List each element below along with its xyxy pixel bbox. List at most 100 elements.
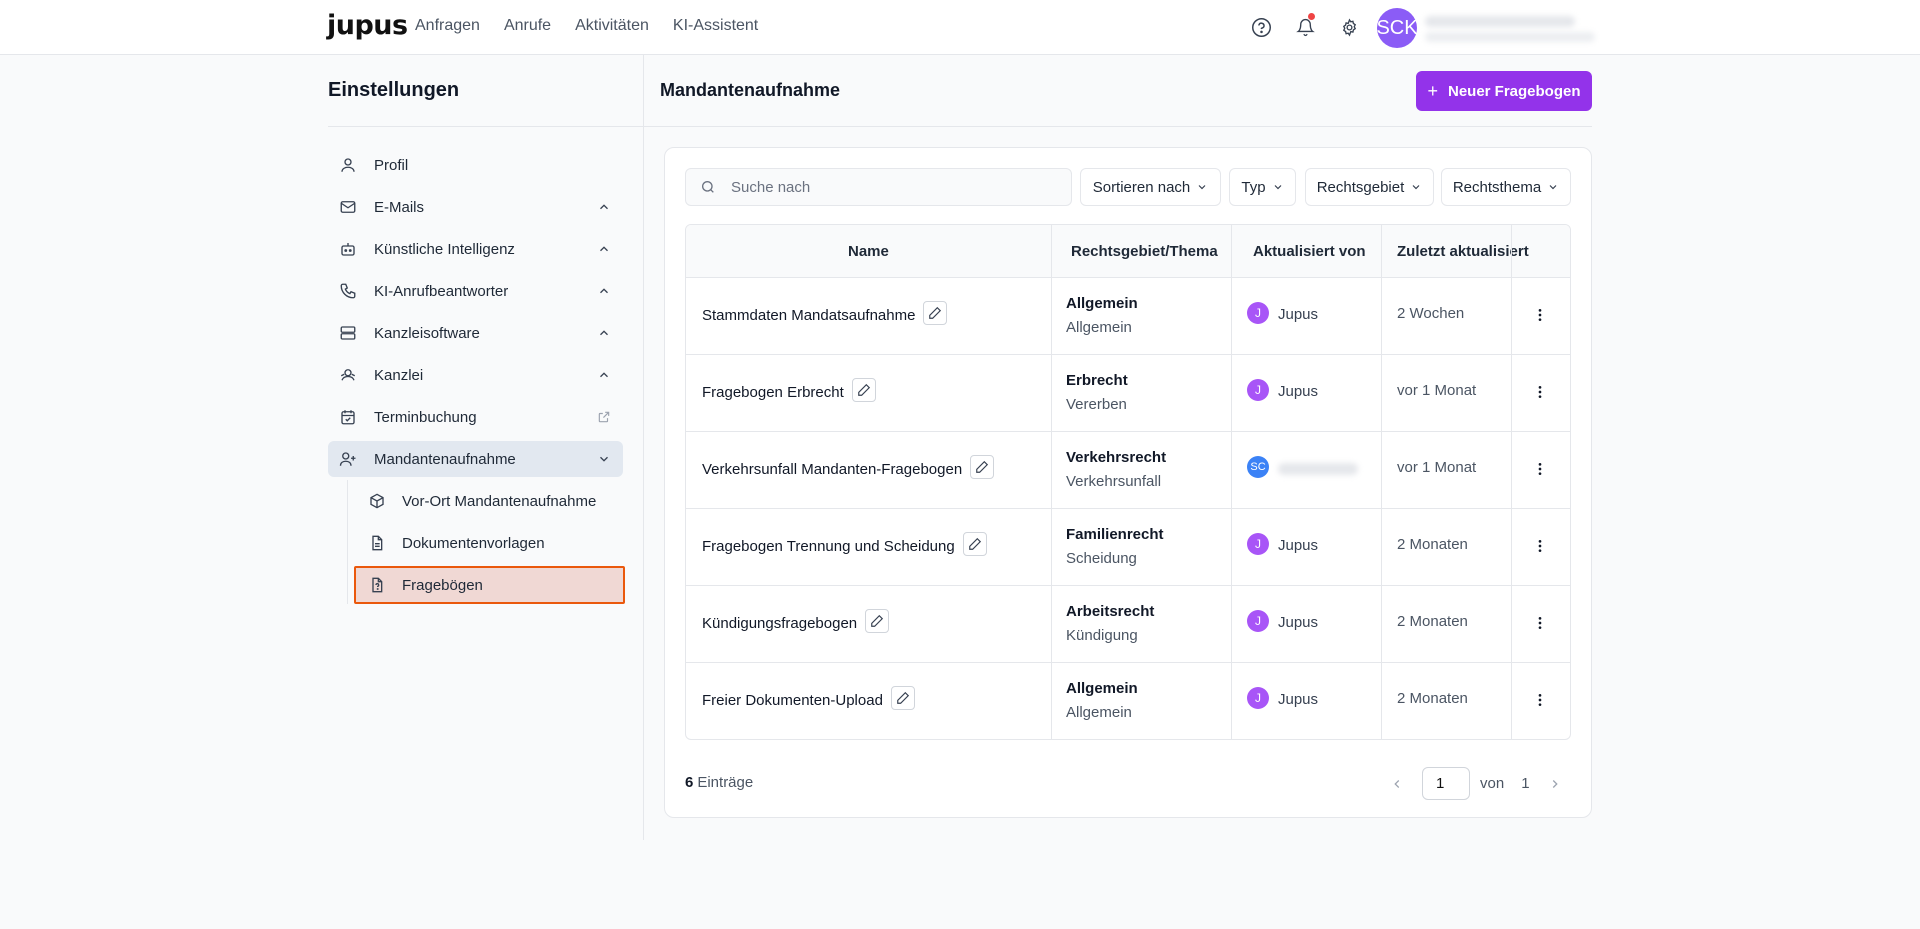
- updated-time: 2 Wochen: [1397, 305, 1465, 322]
- questionnaire-name: Fragebogen Erbrecht: [702, 383, 844, 401]
- search-box[interactable]: [685, 168, 1072, 206]
- rechtsthema: Vererben: [1066, 396, 1127, 413]
- table-row[interactable]: Fragebogen Erbrecht Erbrecht Vererben J Ju…: [686, 355, 1570, 432]
- rechtsthema: Kündigung: [1066, 627, 1138, 644]
- rechtsgebiet: Arbeitsrecht: [1066, 603, 1155, 620]
- more-vertical-icon[interactable]: [1530, 536, 1550, 556]
- edit-pencil-icon[interactable]: [923, 301, 948, 325]
- rechtsthema: Scheidung: [1066, 550, 1137, 567]
- sort-dropdown[interactable]: Sortieren nach: [1080, 168, 1221, 206]
- phone-icon: [339, 282, 357, 300]
- nav-anrufe[interactable]: Anrufe: [504, 17, 551, 35]
- user-avatar: J: [1247, 379, 1269, 401]
- mail-icon: [339, 198, 357, 216]
- chevron-left-icon[interactable]: [1384, 771, 1410, 797]
- sidebar-item-kanzleisoftware[interactable]: Kanzleisoftware: [328, 315, 623, 351]
- edit-pencil-icon[interactable]: [865, 609, 890, 633]
- chevron-up-icon: [597, 200, 611, 214]
- sidebar-item-ki-anrufbeantworter[interactable]: KI-Anrufbeantworter: [328, 273, 623, 309]
- avatar[interactable]: SCK: [1376, 8, 1418, 48]
- sidebar-item-kanzlei[interactable]: Kanzlei: [328, 357, 623, 393]
- total-pages: 1: [1521, 775, 1530, 792]
- rechtsgebiet: Allgemein: [1066, 295, 1138, 312]
- table-header: Name Rechtsgebiet/Thema Aktualisiert von…: [686, 225, 1570, 278]
- updated-by: Jupus: [1278, 691, 1319, 708]
- nav-aktivitaeten[interactable]: Aktivitäten: [575, 17, 649, 35]
- table-row[interactable]: Stammdaten Mandatsaufnahme Allgemein Allg…: [686, 278, 1570, 355]
- rechtsgebiet: Familienrecht: [1066, 526, 1164, 543]
- nav-ki-assistent[interactable]: KI-Assistent: [673, 17, 758, 35]
- table-row[interactable]: Kündigungsfragebogen Arbeitsrecht Kündigu…: [686, 586, 1570, 663]
- subitem-frageboegen[interactable]: Fragebögen: [354, 566, 625, 604]
- button-label: Neuer Fragebogen: [1447, 82, 1581, 100]
- table-row[interactable]: Freier Dokumenten-Upload Allgemein Allgem…: [686, 663, 1570, 739]
- rechtsthema: Verkehrsunfall: [1066, 473, 1162, 490]
- column-divider: [643, 55, 644, 840]
- user-info-redacted[interactable]: [1425, 14, 1597, 44]
- updated-by: Jupus: [1278, 614, 1319, 631]
- more-vertical-icon[interactable]: [1530, 459, 1550, 479]
- entry-count: 6 Einträge: [685, 774, 753, 791]
- chevron-right-icon[interactable]: [1542, 771, 1568, 797]
- updated-by: Jupus: [1278, 306, 1319, 323]
- sidebar-item-label: Kanzleisoftware: [374, 324, 480, 342]
- package-icon: [369, 493, 385, 509]
- more-vertical-icon[interactable]: [1530, 382, 1550, 402]
- edit-pencil-icon[interactable]: [890, 686, 915, 710]
- page-title: Mandantenaufnahme: [660, 80, 841, 100]
- bell-icon[interactable]: [1292, 13, 1318, 40]
- type-dropdown[interactable]: Typ: [1229, 168, 1296, 206]
- sidebar-item-terminbuchung[interactable]: Terminbuchung: [328, 399, 623, 435]
- edit-pencil-icon[interactable]: [962, 532, 987, 556]
- updated-time: 2 Monaten: [1397, 690, 1468, 707]
- questionnaire-name: Kündigungsfragebogen: [702, 614, 858, 632]
- new-questionnaire-button[interactable]: + Neuer Fragebogen: [1416, 71, 1592, 111]
- jupus-logo[interactable]: jupus: [327, 10, 408, 41]
- table-row[interactable]: Fragebogen Trennung und Scheidung Famili…: [686, 509, 1570, 586]
- firm-icon: [339, 366, 357, 384]
- user-avatar: SC: [1247, 456, 1269, 478]
- column-header-area[interactable]: Rechtsgebiet/Thema: [1071, 243, 1218, 260]
- table-row[interactable]: Verkehrsunfall Mandanten-Fragebogen Verk…: [686, 432, 1570, 509]
- user-avatar: J: [1247, 610, 1269, 632]
- main-nav: Anfragen Anrufe Aktivitäten KI-Assistent: [415, 17, 782, 35]
- settings-title: Einstellungen: [328, 79, 460, 101]
- gear-icon[interactable]: [1336, 14, 1362, 40]
- notification-dot: [1308, 13, 1315, 20]
- column-header-name[interactable]: Name: [848, 243, 889, 260]
- subitem-dokumentenvorlagen[interactable]: Dokumentenvorlagen: [355, 525, 623, 561]
- more-vertical-icon[interactable]: [1530, 613, 1550, 633]
- sidebar-item-emails[interactable]: E-Mails: [328, 189, 623, 225]
- edit-pencil-icon[interactable]: [851, 378, 876, 402]
- sidebar-item-ki[interactable]: Künstliche Intelligenz: [328, 231, 623, 267]
- pagination: von 1: [1384, 767, 1568, 800]
- search-input[interactable]: [731, 178, 1031, 196]
- rechtsgebiet-dropdown[interactable]: Rechtsgebiet: [1305, 168, 1434, 206]
- sidebar-item-mandantenaufnahme[interactable]: Mandantenaufnahme: [328, 441, 623, 477]
- column-header-updated-by[interactable]: Aktualisiert von: [1253, 243, 1366, 260]
- column-header-updated[interactable]: Zuletzt aktualisiert: [1397, 243, 1529, 260]
- rechtsgebiet: Verkehrsrecht: [1066, 449, 1167, 466]
- updated-by-redacted: [1278, 462, 1358, 475]
- edit-pencil-icon[interactable]: [970, 455, 995, 479]
- chevron-up-icon: [597, 326, 611, 340]
- filter-label: Rechtsthema: [1452, 178, 1542, 196]
- sidebar-item-profil[interactable]: Profil: [328, 147, 623, 183]
- questionnaire-table: Name Rechtsgebiet/Thema Aktualisiert von…: [685, 224, 1571, 740]
- more-vertical-icon[interactable]: [1530, 690, 1550, 710]
- nav-anfragen[interactable]: Anfragen: [415, 17, 480, 35]
- subitem-vor-ort[interactable]: Vor-Ort Mandantenaufnahme: [355, 483, 623, 519]
- updated-time: vor 1 Monat: [1397, 382, 1477, 399]
- rechtsthema-dropdown[interactable]: Rechtsthema: [1441, 168, 1571, 206]
- robot-icon: [339, 240, 357, 258]
- sidebar-item-label: Mandantenaufnahme: [374, 450, 516, 468]
- sidebar-item-label: Terminbuchung: [374, 408, 477, 426]
- questionnaire-name: Stammdaten Mandatsaufnahme: [702, 306, 916, 324]
- help-icon[interactable]: [1248, 14, 1274, 40]
- more-vertical-icon[interactable]: [1530, 305, 1550, 325]
- search-icon: [700, 179, 716, 195]
- rechtsthema: Allgemein: [1066, 319, 1132, 336]
- document-icon: [369, 535, 385, 551]
- page-number-input[interactable]: [1422, 767, 1470, 800]
- questionnaire-name: Fragebogen Trennung und Scheidung: [702, 537, 955, 555]
